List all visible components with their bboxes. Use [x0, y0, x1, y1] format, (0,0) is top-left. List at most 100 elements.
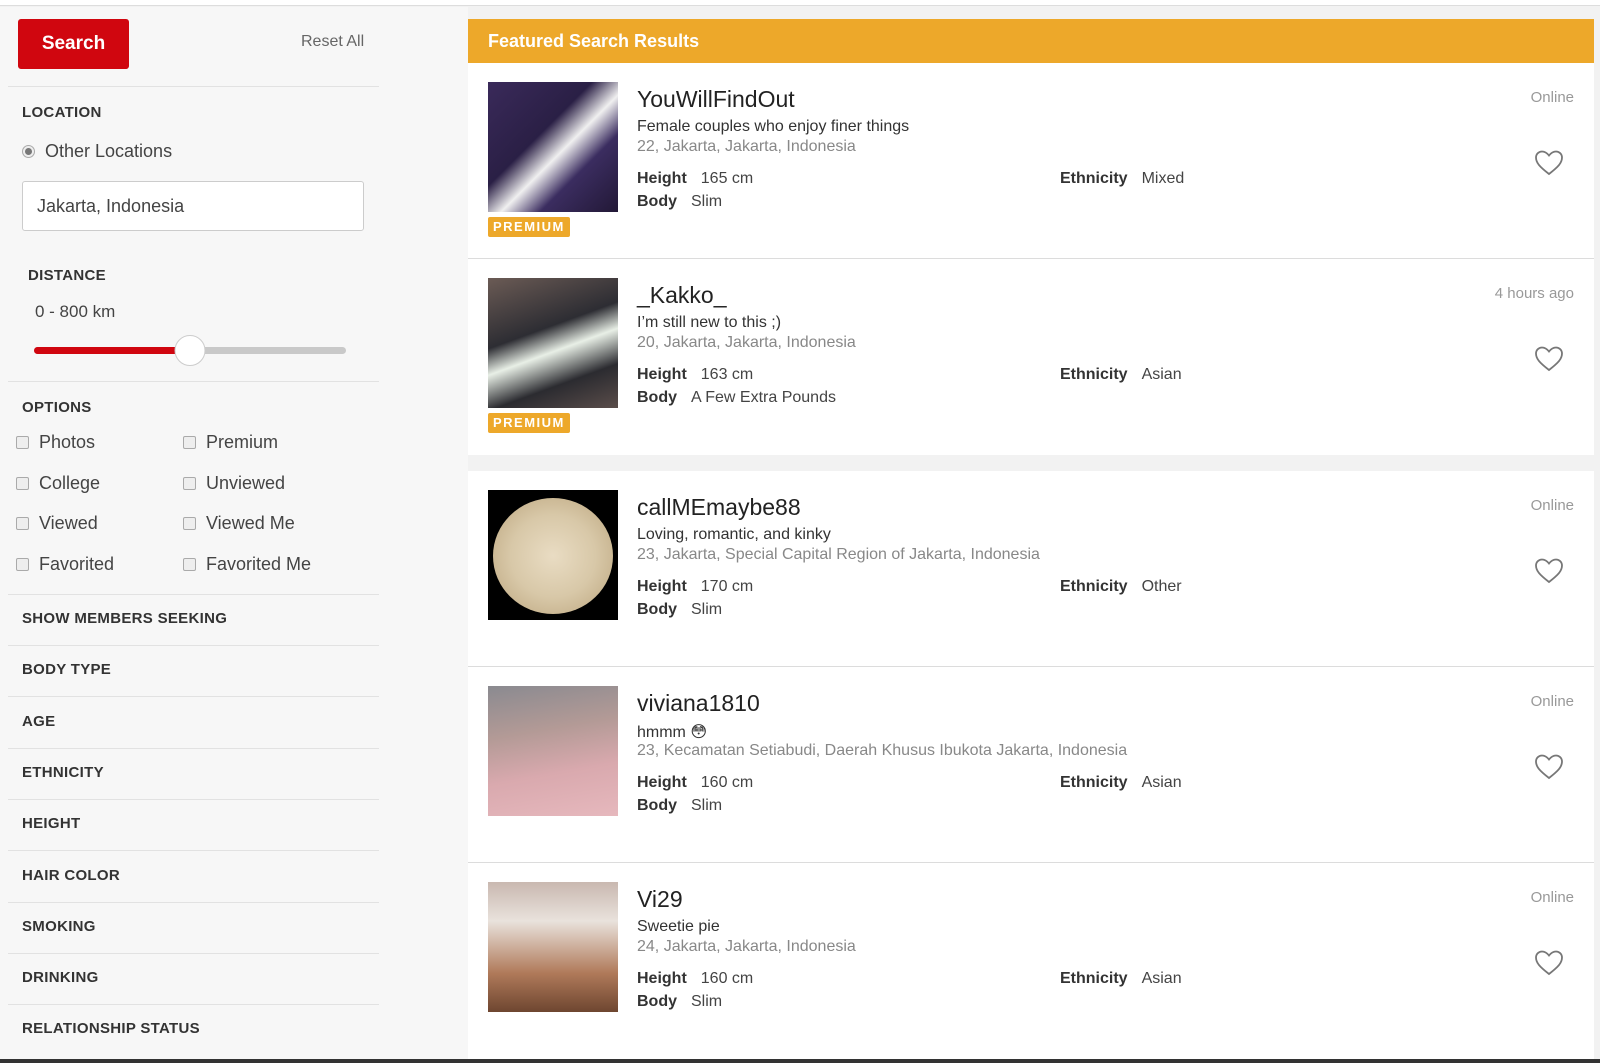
- height-attr: Height 163 cm: [637, 366, 753, 384]
- option-label: Viewed: [39, 513, 98, 533]
- profile-photo[interactable]: [488, 882, 618, 1012]
- profile-card[interactable]: PREMIUM YouWillFindOut Female couples who …: [468, 63, 1594, 259]
- online-status: 4 hours ago: [1494, 285, 1574, 302]
- featured-header: Featured Search Results: [468, 19, 1594, 63]
- option-label: Photos: [39, 432, 96, 452]
- filter-ethnicity[interactable]: ETHNICITY: [8, 749, 379, 800]
- option-checkbox-college[interactable]: College: [16, 473, 100, 494]
- photo-circle: [493, 498, 613, 614]
- height-label: Height: [637, 774, 687, 791]
- filter-body-type[interactable]: BODY TYPE: [8, 646, 379, 698]
- filter-label: HEIGHT: [22, 815, 81, 833]
- profile-username[interactable]: YouWillFindOut: [637, 86, 795, 113]
- favorite-heart-icon[interactable]: [1534, 753, 1564, 781]
- checkbox-icon[interactable]: [183, 517, 196, 530]
- profile-card[interactable]: viviana1810 hmmm 😳 23, Kecamatan Setiabudi…: [468, 667, 1594, 863]
- profile-photo[interactable]: [488, 278, 618, 408]
- divider: [8, 86, 379, 87]
- other-locations-radio[interactable]: Other Locations: [22, 141, 172, 162]
- profile-photo[interactable]: [488, 82, 618, 212]
- distance-title: DISTANCE: [28, 267, 106, 284]
- filter-smoking[interactable]: SMOKING: [8, 903, 379, 954]
- body-value: Slim: [691, 193, 723, 210]
- options-title: OPTIONS: [22, 399, 92, 416]
- online-status: Online: [1530, 89, 1574, 106]
- profile-username[interactable]: _Kakko_: [637, 282, 727, 309]
- checkbox-icon[interactable]: [16, 557, 29, 571]
- filter-drinking[interactable]: DRINKING: [8, 954, 379, 1006]
- ethnicity-label: Ethnicity: [1060, 774, 1128, 791]
- filter-age[interactable]: AGE: [8, 698, 379, 749]
- location-input[interactable]: [22, 181, 364, 231]
- filter-show-members-seeking[interactable]: SHOW MEMBERS SEEKING: [8, 595, 379, 646]
- option-checkbox-viewed-me[interactable]: Viewed Me: [183, 513, 295, 534]
- premium-badge: PREMIUM: [488, 217, 570, 237]
- profile-location: 20, Jakarta, Jakarta, Indonesia: [637, 334, 856, 351]
- location-title: LOCATION: [22, 104, 102, 121]
- ethnicity-value: Asian: [1141, 970, 1182, 987]
- checkbox-icon[interactable]: [16, 517, 29, 530]
- filter-height[interactable]: HEIGHT: [8, 800, 379, 852]
- checkbox-icon[interactable]: [183, 476, 196, 490]
- option-checkbox-viewed[interactable]: Viewed: [16, 513, 98, 534]
- height-value: 165 cm: [700, 170, 754, 187]
- favorite-heart-icon[interactable]: [1534, 345, 1564, 373]
- option-label: Unviewed: [206, 472, 286, 493]
- profile-photo[interactable]: [488, 686, 618, 816]
- radio-selected-icon[interactable]: [22, 145, 35, 158]
- ethnicity-attr: Ethnicity Asian: [1060, 366, 1182, 384]
- option-label: Favorited: [39, 553, 115, 574]
- option-label: Viewed Me: [206, 513, 295, 533]
- body-value: Slim: [691, 797, 723, 814]
- premium-badge: PREMIUM: [488, 413, 570, 433]
- height-attr: Height 165 cm: [637, 170, 753, 188]
- distance-value: 0 - 800 km: [35, 302, 116, 321]
- profile-username[interactable]: viviana1810: [637, 690, 760, 717]
- option-checkbox-premium[interactable]: Premium: [183, 432, 278, 453]
- filter-label: RELATIONSHIP STATUS: [22, 1020, 200, 1038]
- ethnicity-attr: Ethnicity Asian: [1060, 970, 1182, 988]
- ethnicity-value: Mixed: [1141, 170, 1185, 187]
- checkbox-icon[interactable]: [16, 476, 29, 490]
- checkbox-icon[interactable]: [16, 436, 29, 449]
- body-value: Slim: [691, 601, 723, 618]
- search-button[interactable]: Search: [18, 19, 129, 69]
- body-attr: Body A Few Extra Pounds: [637, 389, 836, 407]
- body-attr: Body Slim: [637, 193, 722, 211]
- favorite-heart-icon[interactable]: [1534, 149, 1564, 177]
- profile-tagline: Loving, romantic, and kinky: [637, 526, 831, 543]
- profile-card[interactable]: Vi29 Sweetie pie 24, Jakarta, Jakarta, Ind…: [468, 863, 1594, 1059]
- filter-hair-color[interactable]: HAIR COLOR: [8, 852, 379, 903]
- favorite-heart-icon[interactable]: [1534, 949, 1564, 977]
- reset-all-link[interactable]: Reset All: [301, 33, 364, 51]
- checkbox-icon[interactable]: [183, 557, 196, 571]
- online-status: Online: [1530, 889, 1574, 906]
- height-attr: Height 160 cm: [637, 970, 753, 988]
- option-checkbox-unviewed[interactable]: Unviewed: [183, 473, 285, 494]
- height-label: Height: [637, 366, 687, 383]
- profile-card[interactable]: callMEmaybe88 Loving, romantic, and kinky…: [468, 471, 1594, 667]
- filter-relationship-status[interactable]: RELATIONSHIP STATUS: [8, 1005, 379, 1056]
- checkbox-icon[interactable]: [183, 436, 196, 449]
- profile-username[interactable]: callMEmaybe88: [637, 494, 801, 521]
- ethnicity-attr: Ethnicity Mixed: [1060, 170, 1184, 188]
- profile-username[interactable]: Vi29: [637, 886, 683, 913]
- online-status: Online: [1530, 693, 1574, 710]
- option-checkbox-photos[interactable]: Photos: [16, 432, 95, 453]
- distance-slider[interactable]: [34, 335, 346, 366]
- bottom-edge: [0, 1059, 1600, 1063]
- filter-label: BODY TYPE: [22, 661, 112, 679]
- option-checkbox-favorited[interactable]: Favorited: [16, 554, 114, 575]
- profile-tagline: I’m still new to this ;): [637, 314, 782, 331]
- profile-photo[interactable]: [488, 490, 618, 620]
- height-attr: Height 170 cm: [637, 578, 753, 596]
- height-value: 160 cm: [700, 774, 754, 791]
- favorite-heart-icon[interactable]: [1534, 557, 1564, 585]
- height-value: 170 cm: [700, 578, 754, 595]
- option-checkbox-favorited-me[interactable]: Favorited Me: [183, 554, 311, 575]
- profile-card[interactable]: PREMIUM _Kakko_ I’m still new to this ;) 20…: [468, 259, 1594, 455]
- profile-tagline: Female couples who enjoy finer things: [637, 118, 910, 135]
- slider-handle[interactable]: [174, 335, 206, 366]
- body-attr: Body Slim: [637, 993, 722, 1011]
- height-label: Height: [637, 970, 687, 987]
